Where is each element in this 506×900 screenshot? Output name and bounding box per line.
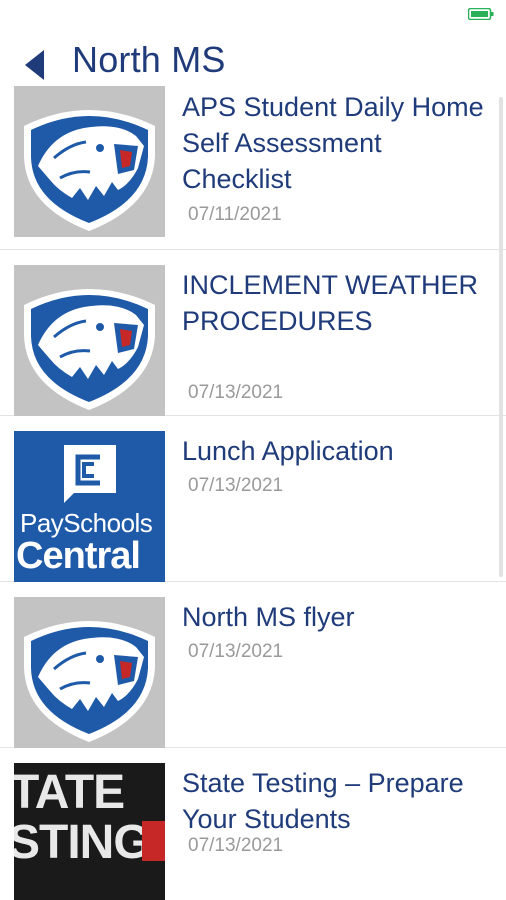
list-item-inclement-weather[interactable]: INCLEMENT WEATHER PROCEDURES 07/13/2021	[0, 250, 506, 416]
back-arrow-icon	[25, 50, 44, 80]
item-date: 07/13/2021	[188, 835, 284, 856]
news-list: APS Student Daily Home Self Assessment C…	[0, 85, 506, 900]
item-title: APS Student Daily Home Self Assessment C…	[182, 92, 484, 194]
header: North MS	[0, 30, 506, 88]
list-item-state-testing[interactable]: TATE STING State Testing – Prepare Your …	[0, 748, 506, 900]
status-bar	[0, 0, 506, 30]
item-date: 07/13/2021	[188, 641, 284, 662]
bear-logo-thumbnail	[14, 597, 165, 748]
battery-icon	[468, 8, 494, 20]
item-title: North MS flyer	[182, 602, 355, 632]
item-title: Lunch Application	[182, 436, 394, 466]
state-testing-thumbnail: TATE STING	[14, 763, 165, 900]
item-date: 07/13/2021	[188, 382, 284, 403]
red-accent	[142, 821, 165, 861]
item-date: 07/13/2021	[188, 475, 284, 496]
scrollbar[interactable]	[499, 97, 503, 577]
page-title: North MS	[72, 39, 226, 80]
list-item-lunch-application[interactable]: PaySchools Central Lunch Application 07/…	[0, 416, 506, 582]
logo-text-central: Central	[16, 535, 141, 577]
item-title: INCLEMENT WEATHER PROCEDURES	[182, 270, 479, 336]
image-text-sting: STING	[14, 816, 151, 869]
bear-logo-thumbnail	[14, 265, 165, 416]
list-item-north-ms-flyer[interactable]: North MS flyer 07/13/2021	[0, 582, 506, 748]
back-button[interactable]	[14, 38, 62, 82]
payschools-logo-thumbnail: PaySchools Central	[14, 431, 165, 582]
image-text-tate: TATE	[14, 766, 125, 819]
item-title: State Testing – Prepare Your Students	[182, 768, 464, 834]
list-item-self-assessment[interactable]: APS Student Daily Home Self Assessment C…	[0, 85, 506, 250]
bear-logo-thumbnail	[14, 86, 165, 237]
item-date: 07/11/2021	[188, 204, 282, 225]
